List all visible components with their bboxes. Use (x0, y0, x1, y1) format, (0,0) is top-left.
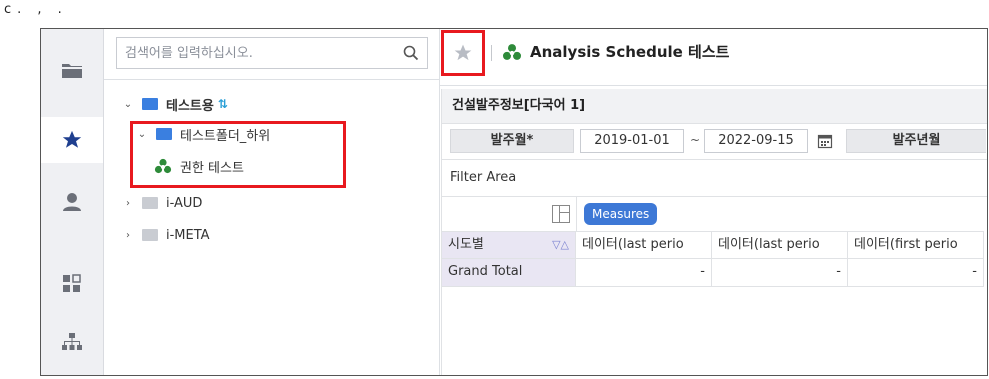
highlight-box-tree (130, 121, 346, 188)
column-header[interactable]: 데이터(first perio (848, 231, 984, 259)
measures-chip[interactable]: Measures (584, 203, 658, 225)
hierarchy-icon (62, 333, 82, 350)
column-header[interactable]: 데이터(last perio (712, 231, 848, 259)
layout-icon[interactable] (552, 205, 570, 223)
star-icon (62, 130, 82, 148)
param-label-order-year-month: 발주년월 (846, 129, 986, 153)
filter-area[interactable]: Filter Area (442, 159, 987, 197)
header-separator (491, 45, 492, 61)
chevron-right-icon[interactable]: › (120, 230, 136, 241)
date-range-tilde: ~ (690, 133, 701, 147)
tree-node-label: 테스트용 (166, 98, 214, 114)
caption-text: c. , . (4, 2, 68, 17)
folder-icon (142, 229, 158, 241)
tree-node-i-meta[interactable]: › i-META (120, 223, 210, 247)
rail-folder-button[interactable] (41, 47, 103, 93)
tree-panel: ⌄ 테스트용 ⇅ ⌄ 테스트폴더_하위 권한 테스트 › i-AUD › (104, 29, 439, 375)
calendar-icon (817, 134, 833, 149)
tree-node-i-aud[interactable]: › i-AUD (120, 191, 202, 215)
filter-sort-icon[interactable]: ▽△ (552, 232, 569, 258)
row-header-label: 시도별 (448, 237, 484, 252)
rail-hierarchy-button[interactable] (41, 319, 103, 365)
rail-user-button[interactable] (41, 179, 103, 225)
table-cell: - (848, 259, 984, 287)
app-window: ⌄ 테스트용 ⇅ ⌄ 테스트폴더_하위 권한 테스트 › i-AUD › (40, 28, 988, 376)
folder-icon (142, 98, 158, 110)
icon-rail (41, 29, 104, 375)
chevron-right-icon[interactable]: › (120, 198, 136, 209)
tree-node-label: i-AUD (166, 195, 203, 211)
pivot-grid: Measures 시도별 ▽△ 데이터(last perio 데이터(last … (442, 197, 987, 375)
rail-favorites-button[interactable] (41, 117, 103, 163)
pivot-divider (576, 197, 577, 231)
search-box (116, 37, 428, 69)
report-panel: Analysis Schedule 테스트 건설발주정보[다국어 1] 발주월*… (440, 29, 987, 375)
sync-icon: ⇅ (217, 97, 228, 111)
sheet-title: 건설발주정보[다국어 1] (442, 89, 987, 124)
tree-node-test[interactable]: ⌄ 테스트용 ⇅ (120, 92, 228, 116)
tree-divider (104, 79, 439, 80)
date-from-input[interactable]: 2019-01-01 (580, 129, 684, 153)
favorite-button[interactable] (441, 30, 485, 76)
search-input[interactable] (117, 38, 393, 68)
report-title-text: Analysis Schedule 테스트 (530, 43, 730, 61)
header-divider (440, 85, 987, 86)
folder-icon (142, 197, 158, 209)
table-cell: - (712, 259, 848, 287)
column-header[interactable]: 데이터(last perio (576, 231, 712, 259)
row-header-cell[interactable]: 시도별 ▽△ (442, 231, 576, 259)
parameter-row: 발주월* 2019-01-01 ~ 2022-09-15 발주년월 (442, 125, 987, 157)
user-icon (63, 193, 81, 211)
rail-dashboard-button[interactable] (41, 261, 103, 307)
tree-node-label: i-META (166, 227, 210, 243)
folder-icon (62, 64, 82, 78)
table-row-label: Grand Total (442, 259, 576, 287)
report-icon (503, 43, 521, 60)
param-label-order-month: 발주월* (450, 129, 574, 153)
search-icon[interactable] (403, 45, 419, 61)
date-to-input[interactable]: 2022-09-15 (704, 129, 808, 153)
report-sheet: 건설발주정보[다국어 1] 발주월* 2019-01-01 ~ 2022-09-… (441, 89, 987, 375)
chevron-down-icon[interactable]: ⌄ (120, 99, 136, 110)
report-title: Analysis Schedule 테스트 (502, 41, 729, 62)
table-cell: - (576, 259, 712, 287)
calendar-button[interactable] (814, 129, 836, 153)
dashboard-icon (63, 274, 81, 292)
star-icon (454, 44, 472, 61)
